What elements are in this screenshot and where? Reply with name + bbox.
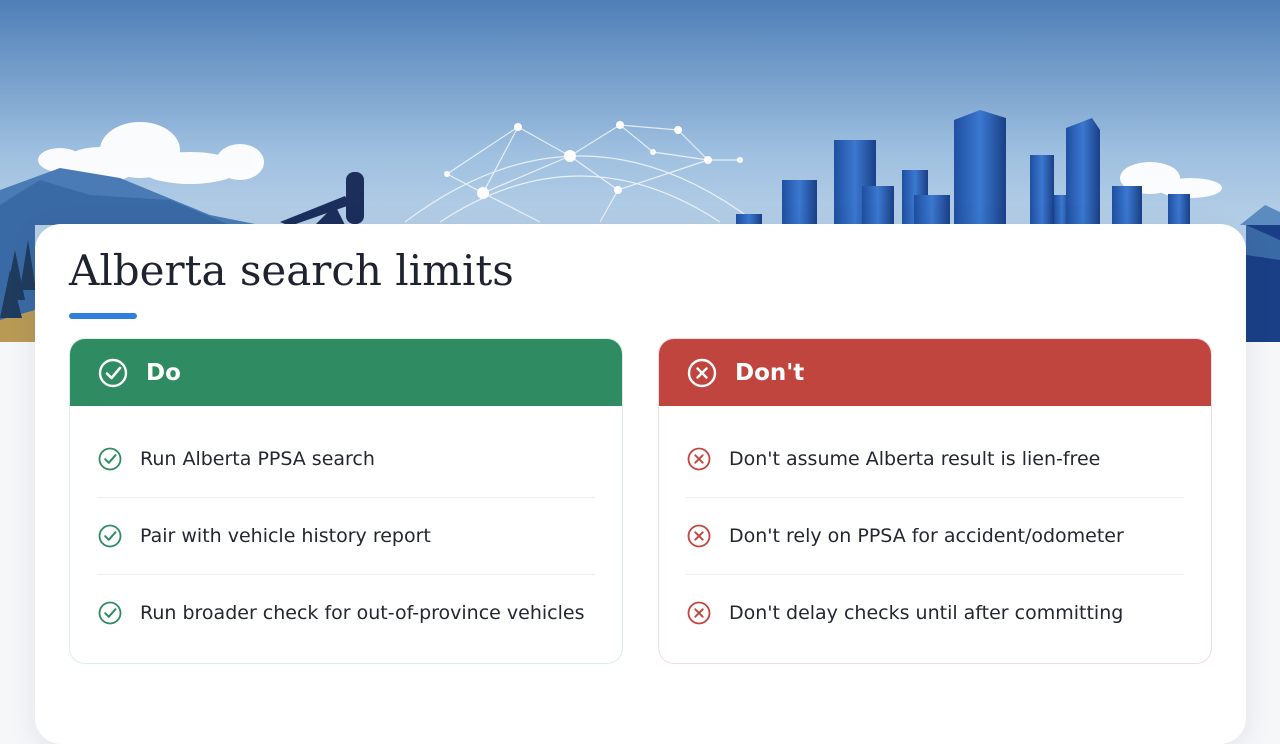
- x-circle-icon: [686, 357, 718, 389]
- dont-panel-header: Don't: [659, 339, 1211, 406]
- list-item: Don't rely on PPSA for accident/odometer: [686, 498, 1184, 575]
- x-circle-icon: [686, 523, 712, 549]
- do-list: Run Alberta PPSA search Pair with vehicl…: [70, 406, 622, 651]
- list-item: Pair with vehicle history report: [97, 498, 595, 575]
- do-panel: Do Run Alberta PPSA search Pair with veh…: [69, 338, 623, 664]
- title-underline: [69, 313, 137, 319]
- x-circle-icon: [686, 446, 712, 472]
- page-title: Alberta search limits: [69, 246, 514, 295]
- dont-panel-title: Don't: [735, 359, 805, 386]
- do-item-text: Run broader check for out-of-province ve…: [140, 602, 585, 624]
- do-item-text: Pair with vehicle history report: [140, 525, 431, 547]
- dont-list: Don't assume Alberta result is lien-free…: [659, 406, 1211, 651]
- list-item: Don't assume Alberta result is lien-free: [686, 421, 1184, 498]
- do-panel-header: Do: [70, 339, 622, 406]
- dont-panel: Don't Don't assume Alberta result is lie…: [658, 338, 1212, 664]
- check-circle-icon: [97, 357, 129, 389]
- do-panel-title: Do: [146, 359, 181, 386]
- list-item: Don't delay checks until after committin…: [686, 575, 1184, 651]
- check-circle-icon: [97, 600, 123, 626]
- do-item-text: Run Alberta PPSA search: [140, 448, 375, 470]
- dont-item-text: Don't rely on PPSA for accident/odometer: [729, 525, 1124, 547]
- list-item: Run broader check for out-of-province ve…: [97, 575, 595, 651]
- dont-item-text: Don't delay checks until after committin…: [729, 602, 1124, 624]
- x-circle-icon: [686, 600, 712, 626]
- list-item: Run Alberta PPSA search: [97, 421, 595, 498]
- dont-item-text: Don't assume Alberta result is lien-free: [729, 448, 1101, 470]
- check-circle-icon: [97, 523, 123, 549]
- check-circle-icon: [97, 446, 123, 472]
